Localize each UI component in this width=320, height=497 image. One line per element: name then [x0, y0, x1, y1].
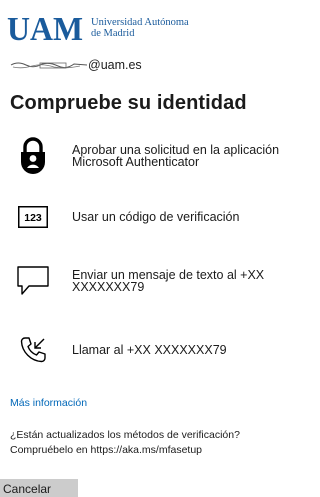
page-title: Compruebe su identidad: [10, 92, 247, 114]
university-name: Universidad Autónoma de Madrid: [91, 17, 189, 39]
option-label-line1: Usar un código de verificación: [72, 209, 240, 224]
account-domain: @uam.es: [88, 58, 142, 72]
option-label-line1: Llamar al +XX XXXXXXX79: [72, 342, 227, 357]
redacted-username: [10, 62, 88, 68]
lock-icon: [10, 136, 56, 176]
uam-logo: UAM: [7, 11, 83, 48]
keypad-code-icon: 123: [10, 197, 56, 237]
message-icon: [10, 261, 56, 301]
option-label-line2: XXXXXXX79: [72, 280, 145, 294]
more-info-link[interactable]: Más información: [10, 397, 87, 409]
update-link-text: Compruébelo en https://aka.ms/mfasetup: [10, 444, 203, 456]
option-label: Llamar al +XX XXXXXXX79: [72, 344, 227, 357]
option-authenticator-approve[interactable]: Aprobar una solicitud en la aplicación M…: [10, 133, 305, 179]
update-question: ¿Están actualizados los métodos de verif…: [10, 429, 240, 441]
option-verification-code[interactable]: 123 Usar un código de verificación: [10, 197, 305, 237]
cancel-button[interactable]: Cancelar: [0, 479, 78, 497]
code-icon-text: 123: [24, 212, 42, 224]
university-name-line2: de Madrid: [91, 27, 135, 39]
header: UAM Universidad Autónoma de Madrid: [7, 8, 207, 48]
option-label: Enviar un mensaje de texto al +XX XXXXXX…: [72, 268, 264, 294]
phone-call-icon: [10, 330, 56, 370]
option-label-line2: Microsoft Authenticator: [72, 155, 200, 169]
option-text-message[interactable]: Enviar un mensaje de texto al +XX XXXXXX…: [10, 258, 305, 304]
option-phone-call[interactable]: Llamar al +XX XXXXXXX79: [10, 330, 305, 370]
logo-text: UAM: [7, 11, 83, 48]
option-label: Usar un código de verificación: [72, 211, 239, 224]
account-identifier: @uam.es: [10, 57, 142, 73]
university-name-line1: Universidad Autónoma: [91, 17, 189, 28]
update-methods-notice: ¿Están actualizados los métodos de verif…: [10, 428, 305, 458]
option-label: Aprobar una solicitud en la aplicación M…: [72, 143, 279, 169]
